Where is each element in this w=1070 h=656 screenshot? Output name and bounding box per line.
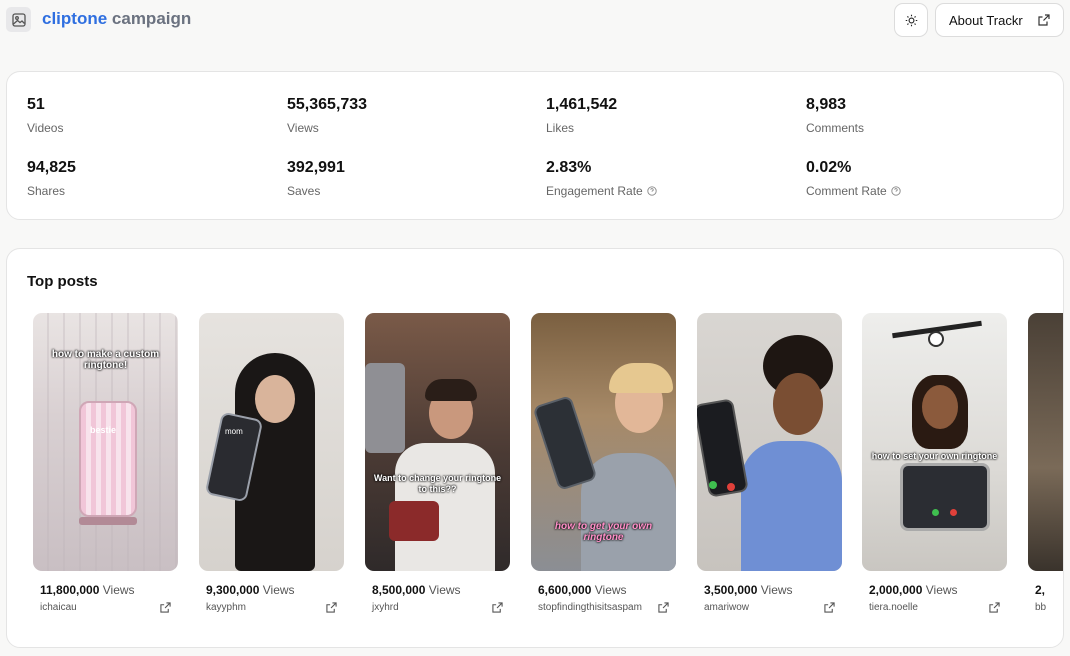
username: stopfindingthisitsaspam: [538, 602, 642, 613]
stat-videos: 51 Videos: [27, 96, 63, 135]
sun-icon: [905, 14, 917, 26]
external-link-icon[interactable]: [824, 602, 835, 613]
views-count: 6,600,000: [538, 583, 592, 597]
post-card[interactable]: mom 9,300,000 Views kayyphm: [199, 313, 344, 615]
stat-label: Comments: [806, 121, 865, 135]
post-views: 11,800,000 Views: [33, 583, 178, 597]
post-views: 8,500,000 Views: [365, 583, 510, 597]
post-caption: how to get your own ringtone: [554, 521, 653, 543]
stat-value: 0.02%: [806, 159, 852, 176]
stat-label: Views: [287, 121, 319, 135]
theme-toggle-button[interactable]: [894, 3, 928, 37]
post-user: tiera.noelle: [862, 602, 1007, 615]
post-card[interactable]: how to make a custom ringtone! bestie 11…: [33, 313, 178, 615]
stat-value: 392,991: [287, 159, 345, 176]
views-unit: Views: [594, 583, 627, 597]
views-count: 8,500,000: [372, 583, 426, 597]
page-title: cliptone campaign: [42, 9, 191, 29]
views-unit: Views: [262, 583, 295, 597]
stat-label: Likes: [546, 121, 575, 135]
phone-screen-text: mom: [225, 427, 243, 436]
username: ichaicau: [40, 602, 77, 613]
views-count: 3,500,000: [704, 583, 758, 597]
post-thumbnail[interactable]: how to make a custom ringtone! bestie: [33, 313, 178, 571]
stat-shares: 94,825 Shares: [27, 159, 76, 198]
stat-label: Shares: [27, 184, 66, 198]
stat-value: 94,825: [27, 159, 76, 176]
username: kayyphm: [206, 602, 247, 613]
about-label: About Trackr: [949, 12, 1023, 28]
post-user: kayyphm: [199, 602, 344, 615]
stat-label: Comment Rate: [806, 184, 887, 198]
post-thumbnail[interactable]: Want to change your ringtone to this??: [365, 313, 510, 571]
username: amariwow: [704, 602, 750, 613]
post-caption: how to make a custom ringtone!: [51, 349, 160, 371]
post-card[interactable]: 2, bb: [1028, 313, 1063, 615]
external-link-icon[interactable]: [989, 602, 1000, 613]
header: cliptone campaign About Trackr: [0, 0, 1070, 40]
post-thumbnail[interactable]: [1028, 313, 1063, 571]
username: bb: [1035, 602, 1047, 613]
post-views: 9,300,000 Views: [199, 583, 344, 597]
info-circle-icon[interactable]: [891, 186, 901, 196]
image-icon: [6, 7, 31, 32]
external-link-icon[interactable]: [492, 602, 503, 613]
stat-value: 1,461,542: [546, 96, 618, 113]
username: tiera.noelle: [869, 602, 918, 613]
info-circle-icon[interactable]: [647, 186, 657, 196]
external-link-icon[interactable]: [326, 602, 337, 613]
top-posts-title: Top posts: [27, 273, 98, 290]
post-user: stopfindingthisitsaspam: [531, 602, 676, 615]
stat-label: Videos: [27, 121, 64, 135]
stat-comment-rate: 0.02% Comment Rate: [806, 159, 901, 198]
stat-views: 55,365,733 Views: [287, 96, 367, 135]
post-card[interactable]: Want to change your ringtone to this?? 8…: [365, 313, 510, 615]
post-caption: Want to change your ringtone to this??: [373, 473, 502, 494]
post-views: 3,500,000 Views: [697, 583, 842, 597]
views-count: 2,000,000: [869, 583, 923, 597]
post-card[interactable]: how to get your own ringtone 6,600,000 V…: [531, 313, 676, 615]
brand-name: cliptone: [42, 9, 108, 28]
stat-saves: 392,991 Saves: [287, 159, 345, 198]
post-thumbnail[interactable]: how to get your own ringtone: [531, 313, 676, 571]
stat-label: Saves: [287, 184, 321, 198]
post-views: 2,000,000 Views: [862, 583, 1007, 597]
views-count: 11,800,000: [40, 583, 100, 597]
stat-comments: 8,983 Comments: [806, 96, 864, 135]
stat-value: 51: [27, 96, 45, 113]
post-thumbnail[interactable]: mom: [199, 313, 344, 571]
views-unit: Views: [428, 583, 461, 597]
post-user: amariwow: [697, 602, 842, 615]
stat-value: 8,983: [806, 96, 847, 113]
post-views: 2,: [1028, 583, 1063, 597]
views-count: 9,300,000: [206, 583, 260, 597]
post-user: jxyhrd: [365, 602, 510, 615]
views-unit: Views: [760, 583, 793, 597]
stat-engagement-rate: 2.83% Engagement Rate: [546, 159, 657, 198]
external-link-icon[interactable]: [160, 602, 171, 613]
external-link-icon[interactable]: [658, 602, 669, 613]
stat-value: 2.83%: [546, 159, 592, 176]
phone-screen-text: bestie: [90, 425, 117, 435]
title-suffix: campaign: [111, 9, 192, 28]
post-caption: how to set your own ringtone: [871, 451, 998, 461]
post-card[interactable]: 3,500,000 Views amariwow: [697, 313, 842, 615]
views-count: 2,: [1035, 583, 1046, 597]
external-link-icon: [1038, 14, 1050, 26]
stat-value: 55,365,733: [287, 96, 368, 113]
username: jxyhrd: [372, 602, 399, 613]
views-unit: Views: [102, 583, 135, 597]
top-posts-card: Top posts how to make a custom ringtone!…: [6, 248, 1064, 648]
post-views: 6,600,000 Views: [531, 583, 676, 597]
stats-card: 51 Videos 55,365,733 Views 1,461,542 Lik…: [6, 71, 1064, 220]
about-trackr-button[interactable]: About Trackr: [935, 3, 1064, 37]
post-thumbnail[interactable]: how to set your own ringtone: [862, 313, 1007, 571]
post-user: ichaicau: [33, 602, 178, 615]
stat-likes: 1,461,542 Likes: [546, 96, 617, 135]
post-card[interactable]: how to set your own ringtone 2,000,000 V…: [862, 313, 1007, 615]
stat-label: Engagement Rate: [546, 184, 643, 198]
post-user: bb: [1028, 602, 1063, 615]
views-unit: Views: [925, 583, 958, 597]
post-thumbnail[interactable]: [697, 313, 842, 571]
